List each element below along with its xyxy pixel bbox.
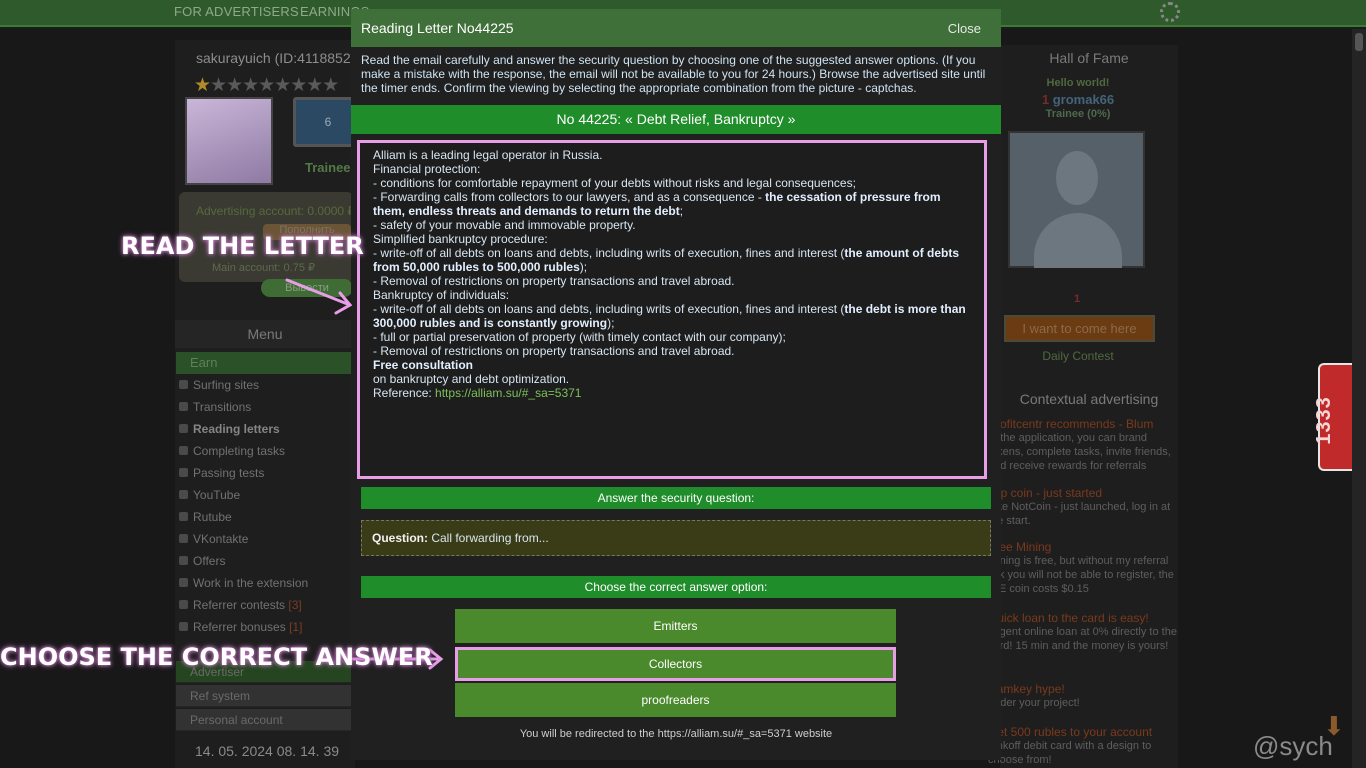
- ad-item[interactable]: Profitcentr recommends - Blum In the appl…: [988, 417, 1178, 473]
- reference-line: Reference: https://alliam.su/#_sa=5371: [373, 386, 582, 400]
- modal-title: Reading Letter No44225: [361, 20, 514, 36]
- watermark: @sych: [1253, 731, 1333, 761]
- count-badge: [3]: [288, 598, 302, 612]
- menu-item-tests[interactable]: Passing tests: [179, 465, 308, 487]
- menu-item-referrer-bonuses[interactable]: Referrer bonuses [1]: [179, 619, 308, 641]
- hof-user-status: Trainee (0%): [1045, 108, 1111, 120]
- annotation-choose-answer: CHOOSE THE CORRECT ANSWER: [0, 643, 433, 671]
- main-balance: Main account: 0.75 ₽: [212, 262, 316, 274]
- instructions-text: Read the email carefully and answer the …: [361, 53, 986, 95]
- settings-gear-icon[interactable]: [1160, 2, 1180, 22]
- letter-subject: No 44225: « Debt Relief, Bankruptcy »: [351, 105, 1001, 134]
- letter-body: Alliam is a leading legal operator in Ru…: [357, 140, 987, 479]
- letter-line: - write-off of all debts on loans and de…: [373, 302, 966, 330]
- withdraw-button[interactable]: Вывести: [261, 279, 353, 297]
- letter-line: - write-off of all debts on loans and de…: [373, 246, 960, 274]
- hof-greeting: Hello world!: [1046, 77, 1110, 89]
- menu-item-reading-letters[interactable]: Reading letters: [179, 421, 308, 443]
- menu-item-referrer-contests[interactable]: Referrer contests [3]: [179, 597, 308, 619]
- letter-line: - full or partial preservation of proper…: [373, 330, 786, 344]
- rating-stars: ★★★★★★★★★: [194, 75, 339, 96]
- section-title: Bankruptcy of individuals:: [373, 288, 510, 302]
- menu-section-ref-system[interactable]: Ref system: [176, 685, 354, 707]
- menu-item-tasks[interactable]: Completing tasks: [179, 443, 308, 465]
- contextual-ads-title: Contextual advertising: [1019, 391, 1159, 407]
- question-box: Question: Call forwarding from...: [361, 520, 991, 556]
- count-badge: [1]: [289, 620, 303, 634]
- come-here-button[interactable]: I want to come here: [1004, 315, 1155, 342]
- modal-header: Reading Letter No44225 Close: [351, 9, 1001, 47]
- hof-user[interactable]: 1 gromak66: [1000, 92, 1156, 107]
- reading-letter-modal: Reading Letter No44225 Close Read the em…: [351, 9, 1001, 760]
- letter-line: - Removal of restrictions on property tr…: [373, 274, 735, 288]
- menu-item-surfing[interactable]: Surfing sites: [179, 377, 308, 399]
- close-button[interactable]: Close: [948, 21, 981, 36]
- ad-item[interactable]: Quick loan to the card is easy! Urgent on…: [988, 611, 1178, 653]
- advertising-balance: Advertising account: 0.0000 ₽: [196, 204, 356, 218]
- server-datetime: 14. 05. 2024 08. 14. 39: [195, 743, 340, 759]
- username[interactable]: sakurayuich (ID:4118852): [196, 50, 355, 66]
- menu-section-earn[interactable]: Earn: [176, 352, 354, 374]
- hof-avatar-placeholder: [1008, 131, 1145, 268]
- letter-line: - Forwarding calls from collectors to ou…: [373, 190, 941, 218]
- earn-menu-list: Surfing sites Transitions Reading letter…: [179, 377, 308, 641]
- menu-item-rutube[interactable]: Rutube: [179, 509, 308, 531]
- hall-of-fame-title: Hall of Fame: [1049, 50, 1129, 66]
- ad-item[interactable]: Hamkey hype! Order your project!: [988, 682, 1178, 710]
- menu-item-transitions[interactable]: Transitions: [179, 399, 308, 421]
- ad-item[interactable]: Free Mining Mining is free, but without m…: [988, 540, 1178, 596]
- choose-answer-header: Choose the correct answer option:: [361, 576, 991, 598]
- menu-item-youtube[interactable]: YouTube: [179, 487, 308, 509]
- letter-line: - Removal of restrictions on property tr…: [373, 344, 735, 358]
- menu-section-personal[interactable]: Personal account: [176, 709, 354, 731]
- nav-for-advertisers[interactable]: FOR ADVERTISERS: [174, 4, 299, 19]
- letter-intro: Alliam is a leading legal operator in Ru…: [373, 148, 603, 162]
- letter-line: - safety of your movable and immovable p…: [373, 218, 636, 232]
- menu-title: Menu: [175, 320, 355, 348]
- section-title: Simplified bankruptcy procedure:: [373, 232, 548, 246]
- level-number: 6: [324, 115, 332, 129]
- menu-item-offers[interactable]: Offers: [179, 553, 308, 575]
- side-badge-tab[interactable]: 1333: [1313, 363, 1352, 471]
- answer-option-emitters[interactable]: Emitters: [455, 609, 896, 643]
- reference-link[interactable]: https://alliam.su/#_sa=5371: [435, 386, 581, 400]
- user-status: Trainee: [305, 160, 351, 175]
- page-scrollbar[interactable]: [1352, 29, 1366, 768]
- user-avatar[interactable]: [185, 97, 273, 185]
- letter-line: on bankruptcy and debt optimization.: [373, 372, 570, 386]
- answer-option-proofreaders[interactable]: proofreaders: [455, 683, 896, 717]
- letter-line: - conditions for comfortable repayment o…: [373, 176, 856, 190]
- redirect-note: You will be redirected to the https://al…: [519, 728, 833, 740]
- section-title: Financial protection:: [373, 162, 481, 176]
- annotation-read-letter: READ THE LETTER: [121, 232, 364, 260]
- answer-option-collectors[interactable]: Collectors: [455, 647, 896, 681]
- hof-slot-count: 1: [1074, 293, 1081, 305]
- section-title: Free consultation: [373, 358, 474, 372]
- ad-item[interactable]: Get 500 rubles to your account Tinkoff de…: [988, 725, 1178, 767]
- menu-item-extension[interactable]: Work in the extension: [179, 575, 308, 597]
- ad-item[interactable]: Top coin - just started Like NotCoin - ju…: [988, 486, 1178, 528]
- security-question-header: Answer the security question:: [361, 487, 991, 509]
- menu-item-vkontakte[interactable]: VKontakte: [179, 531, 308, 553]
- daily-contest-link[interactable]: Daily Contest: [1000, 349, 1156, 363]
- scrollbar-thumb[interactable]: [1355, 33, 1363, 51]
